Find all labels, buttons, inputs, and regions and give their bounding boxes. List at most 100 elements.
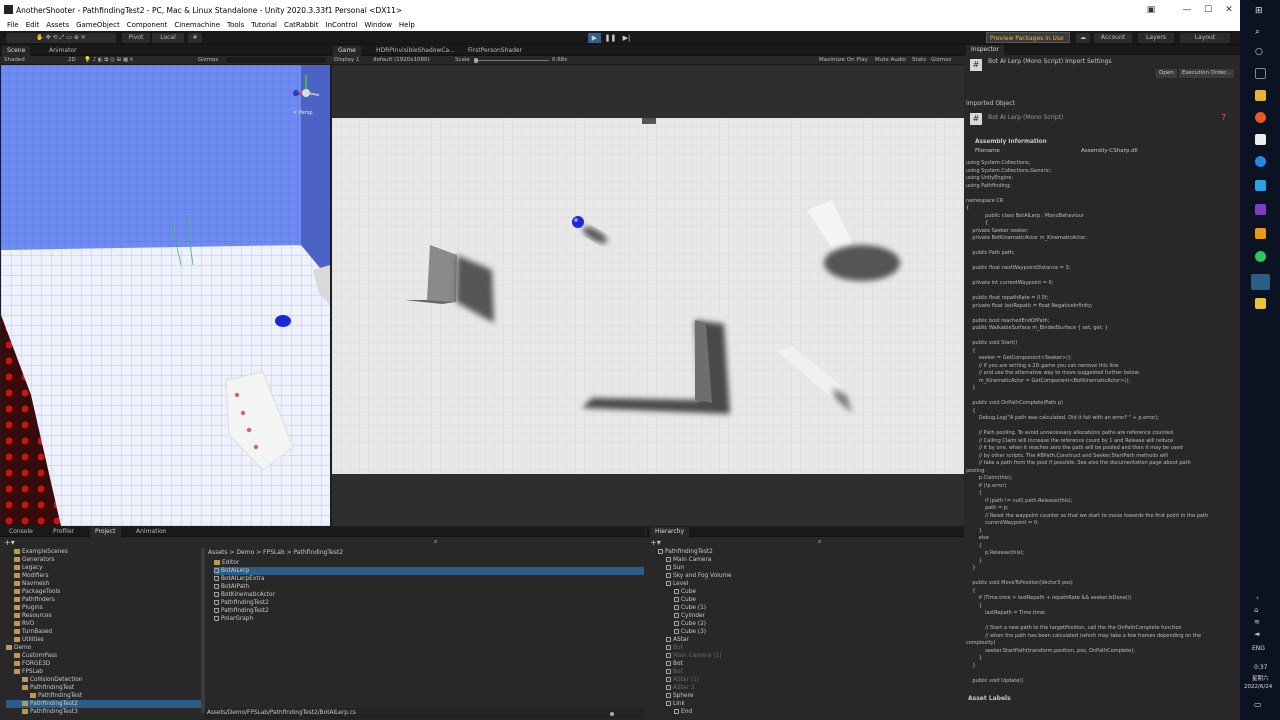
- account-dropdown[interactable]: Account: [1094, 33, 1132, 43]
- folder-item[interactable]: PathfindingTest: [6, 684, 202, 692]
- game-canvas[interactable]: [332, 118, 964, 474]
- network-icon[interactable]: ⌂: [1254, 606, 1258, 614]
- mute-audio-toggle[interactable]: Mute Audio: [875, 57, 906, 63]
- close-button[interactable]: ✕: [1222, 5, 1236, 15]
- folder-item[interactable]: ExampleScenes: [6, 548, 202, 556]
- hierarchy-item[interactable]: Level: [650, 580, 960, 588]
- file-item[interactable]: BotAIPath: [214, 583, 644, 591]
- tab-console[interactable]: Console: [4, 527, 38, 537]
- edge-icon[interactable]: [1255, 156, 1266, 167]
- icon-size-slider[interactable]: [610, 712, 614, 716]
- folder-item[interactable]: CustomPass: [6, 652, 202, 660]
- 2d-toggle[interactable]: 2D: [68, 57, 76, 63]
- file-item[interactable]: BotAILerpExtra: [214, 575, 644, 583]
- project-search-icon[interactable]: ⌕: [434, 538, 437, 546]
- menu-cinemachine[interactable]: Cinemachine: [174, 20, 220, 31]
- stats-toggle[interactable]: Stats: [912, 57, 926, 63]
- scene-view[interactable]: < Persp: [1, 65, 330, 526]
- hierarchy-item[interactable]: Cube (3): [650, 628, 960, 636]
- menu-tools[interactable]: Tools: [227, 20, 244, 31]
- folder-item[interactable]: PackageTools: [6, 588, 202, 596]
- tab-animation[interactable]: Animation: [131, 527, 172, 537]
- hierarchy-item[interactable]: Sun: [650, 564, 960, 572]
- tab-project[interactable]: Project: [90, 527, 121, 537]
- folder-item[interactable]: Modifiers: [6, 572, 202, 580]
- scene-search-input[interactable]: [226, 57, 326, 63]
- hierarchy-item[interactable]: Main Camera (1): [650, 652, 960, 660]
- hierarchy-item[interactable]: Cube: [650, 588, 960, 596]
- file-item[interactable]: PathfindingTest2: [214, 607, 644, 615]
- file-item[interactable]: BotAILerp: [214, 567, 644, 575]
- layers-dropdown[interactable]: Layers: [1138, 33, 1174, 43]
- menu-window[interactable]: Window: [364, 20, 392, 31]
- user-icon[interactable]: ▣: [1144, 5, 1158, 15]
- maximize-button[interactable]: ☐: [1201, 5, 1215, 15]
- file-item[interactable]: PathfindingTest2: [214, 599, 644, 607]
- preview-packages-badge[interactable]: Preview Packages in Use: [986, 32, 1070, 43]
- folder-item[interactable]: Navmesh: [6, 580, 202, 588]
- menu-component[interactable]: Component: [127, 20, 168, 31]
- hierarchy-item[interactable]: Sphere: [650, 692, 960, 700]
- tab-first-person-shader[interactable]: FirstPersonShader: [463, 46, 527, 56]
- telegram-icon[interactable]: [1255, 180, 1266, 191]
- tab-profiler[interactable]: Profiler: [48, 527, 79, 537]
- tab-hdrp-shadow[interactable]: HDRPInvisibleShadowCa...: [371, 46, 460, 56]
- hierarchy-item[interactable]: Bot: [650, 644, 960, 652]
- app-icon[interactable]: [1255, 228, 1266, 239]
- task-view-icon[interactable]: ○: [1255, 47, 1266, 58]
- persp-label[interactable]: < Persp: [293, 110, 313, 116]
- execution-order-button[interactable]: Execution Order...: [1179, 69, 1235, 78]
- hierarchy-item[interactable]: AStar (1): [650, 676, 960, 684]
- file-item[interactable]: PolarGraph: [214, 615, 644, 623]
- input-language[interactable]: ENG: [1252, 645, 1265, 652]
- hierarchy-item[interactable]: End: [650, 708, 960, 716]
- folder-item[interactable]: PathfindingTest3: [6, 708, 202, 716]
- folder-item[interactable]: Plugins: [6, 604, 202, 612]
- folder-item[interactable]: FPSLab: [6, 668, 202, 676]
- tab-game[interactable]: Game: [333, 46, 361, 56]
- hierarchy-item[interactable]: Bot: [650, 668, 960, 676]
- folder-item[interactable]: Legacy: [6, 564, 202, 572]
- file-item[interactable]: BotKinematicActor: [214, 591, 644, 599]
- clock-date[interactable]: 2022/6/24: [1244, 684, 1272, 690]
- clock-time[interactable]: 0:37: [1254, 664, 1267, 671]
- unity-hub-icon[interactable]: [1255, 134, 1266, 145]
- menu-file[interactable]: File: [7, 20, 19, 31]
- local-toggle[interactable]: Local: [152, 33, 184, 43]
- menu-assets[interactable]: Assets: [46, 20, 69, 31]
- transform-tools[interactable]: ✋ ✥ ⟲ ⤢ ▭ ⊕ ✕: [6, 33, 116, 43]
- visual-studio-icon[interactable]: [1255, 204, 1266, 215]
- tab-hierarchy[interactable]: Hierarchy: [650, 527, 690, 537]
- help-icon[interactable]: ❓: [1220, 114, 1227, 121]
- hierarchy-item[interactable]: Link: [650, 700, 960, 708]
- tab-scene[interactable]: Scene: [2, 46, 31, 56]
- menu-help[interactable]: Help: [399, 20, 415, 31]
- app-icon[interactable]: [1255, 298, 1266, 309]
- display-dropdown[interactable]: Display 1: [334, 57, 360, 63]
- grid-snap-icon[interactable]: #: [188, 33, 202, 43]
- scene-tools-icons[interactable]: 💡 ♪ ◐ ⧉ ◎ ⊞ ▦ ⌾: [84, 57, 133, 64]
- play-button[interactable]: ▶: [588, 33, 601, 43]
- layout-dropdown[interactable]: Layout: [1180, 33, 1230, 43]
- hierarchy-item[interactable]: Bot: [650, 660, 960, 668]
- minimize-button[interactable]: —: [1180, 5, 1194, 15]
- menu-edit[interactable]: Edit: [26, 20, 40, 31]
- wifi-icon[interactable]: ≋: [1254, 618, 1260, 626]
- hierarchy-search-icon[interactable]: ⌕: [818, 538, 821, 546]
- firefox-icon[interactable]: [1255, 112, 1266, 123]
- resolution-dropdown[interactable]: default (1920x1080): [373, 57, 430, 63]
- folder-item[interactable]: Resources: [6, 612, 202, 620]
- hierarchy-item[interactable]: Cube (1): [650, 604, 960, 612]
- clock-weekday[interactable]: 星期六: [1252, 674, 1269, 682]
- folder-item[interactable]: TurnBased: [6, 628, 202, 636]
- unity-editor-taskbar-icon[interactable]: [1251, 274, 1270, 290]
- add-asset-button[interactable]: +▾: [4, 538, 15, 547]
- hierarchy-item[interactable]: Cube (2): [650, 620, 960, 628]
- pivot-toggle[interactable]: Pivot: [122, 33, 150, 43]
- cloud-icon[interactable]: ☁: [1076, 33, 1090, 43]
- tab-animator[interactable]: Animator: [44, 46, 82, 56]
- maximize-on-play-toggle[interactable]: Maximize On Play: [819, 57, 868, 63]
- hierarchy-item[interactable]: Cube: [650, 596, 960, 604]
- scale-slider[interactable]: [475, 60, 549, 61]
- tray-chevron-icon[interactable]: ‹: [1256, 594, 1259, 602]
